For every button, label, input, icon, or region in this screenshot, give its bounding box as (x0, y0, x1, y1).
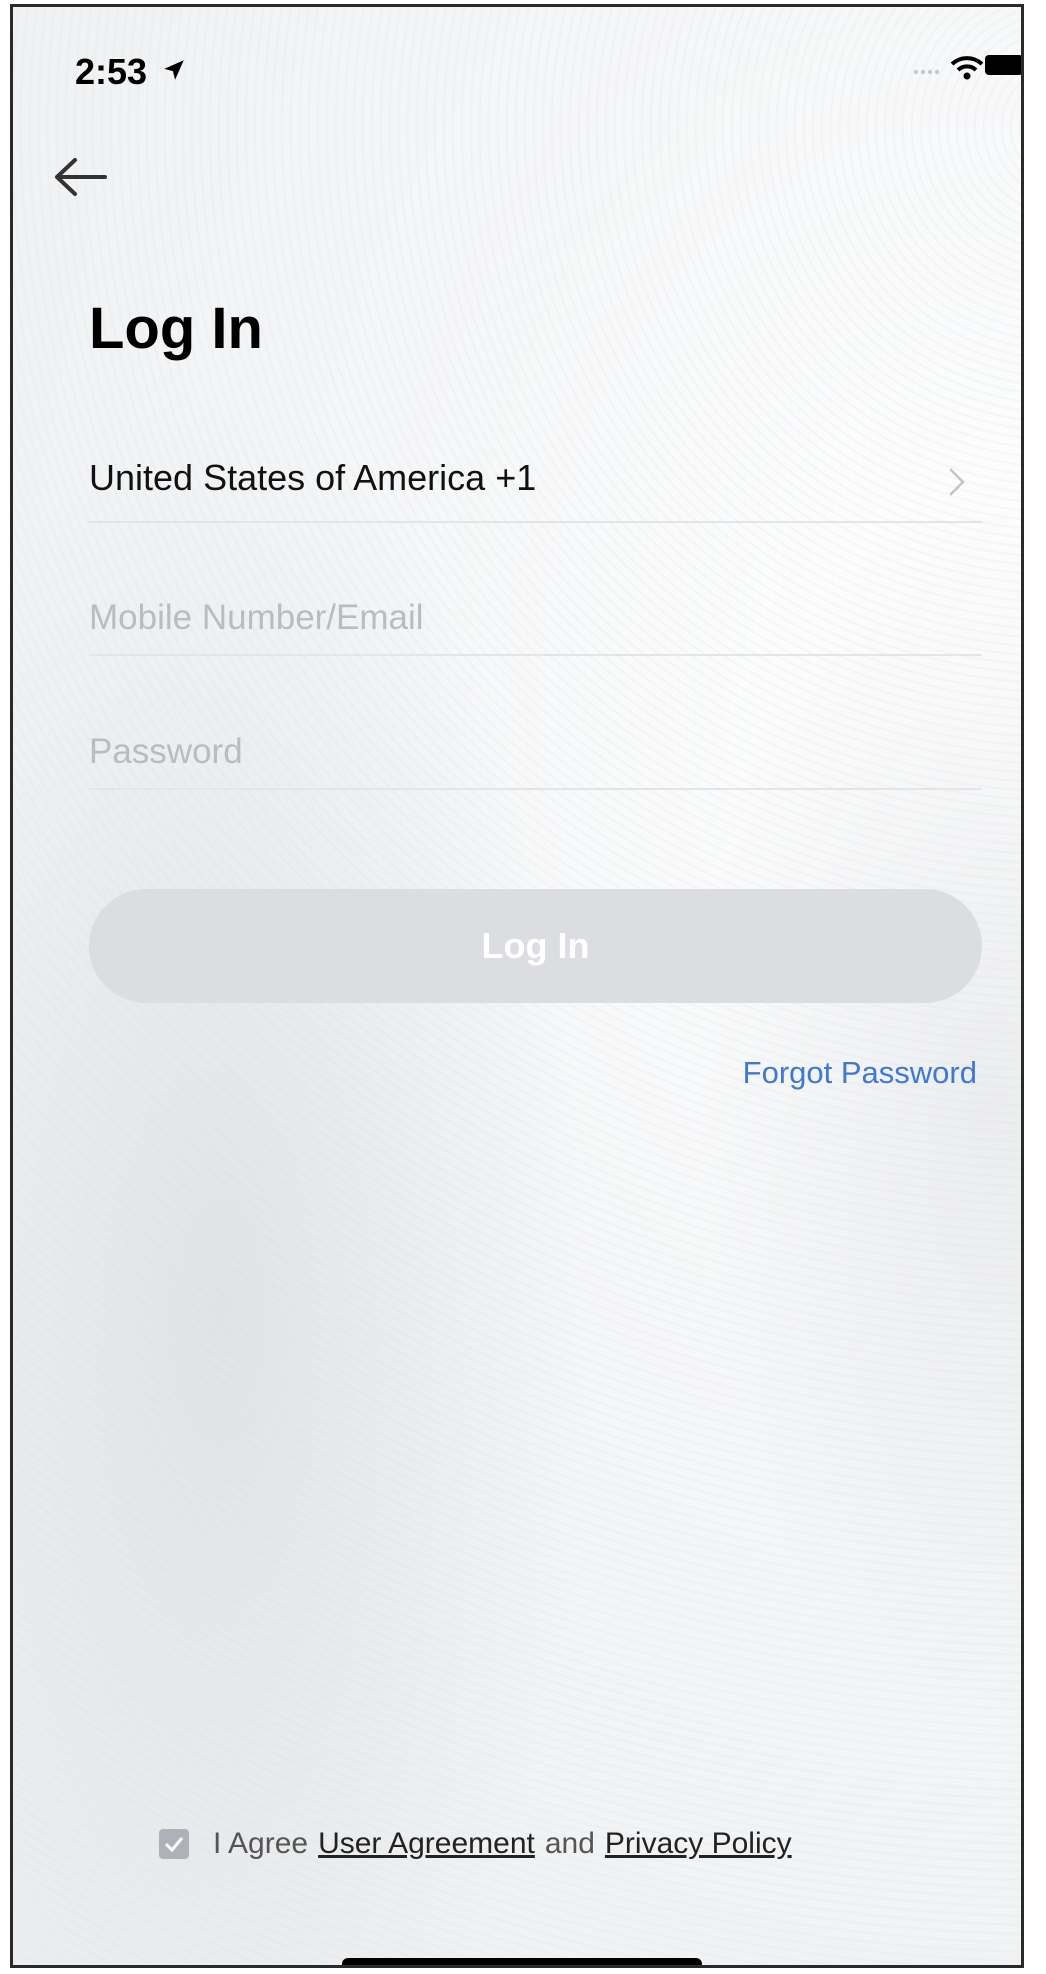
back-button[interactable] (49, 152, 119, 212)
password-input[interactable] (89, 718, 982, 786)
back-arrow-icon (55, 158, 107, 196)
agreement-row: I Agree User Agreement and Privacy Polic… (159, 1827, 802, 1861)
signal-dots-icon (913, 69, 940, 75)
page-title: Log In (89, 296, 263, 361)
agreement-prefix: I Agree (213, 1827, 309, 1860)
country-label: United States of America +1 (89, 457, 537, 498)
check-icon (164, 1837, 184, 1853)
status-bar: 2:53 (13, 7, 1021, 127)
login-button[interactable]: Log In (89, 889, 982, 1003)
mobile-email-input[interactable] (89, 584, 982, 652)
password-field-row (89, 718, 982, 790)
wifi-icon (950, 56, 984, 80)
chevron-right-icon (949, 468, 965, 496)
location-arrow-icon (164, 60, 184, 80)
forgot-password-link[interactable]: Forgot Password (743, 1055, 977, 1091)
phone-screen: 2:53 Log In United States of America +1 (10, 4, 1024, 1968)
home-indicator (342, 1958, 702, 1965)
email-field-row (89, 584, 982, 656)
country-selector[interactable]: United States of America +1 (89, 437, 982, 523)
privacy-policy-link[interactable]: Privacy Policy (605, 1827, 792, 1861)
status-time: 2:53 (75, 51, 148, 92)
agreement-checkbox[interactable] (159, 1829, 189, 1859)
user-agreement-link[interactable]: User Agreement (318, 1827, 535, 1861)
agreement-connector: and (544, 1827, 595, 1860)
battery-icon (985, 55, 1021, 75)
